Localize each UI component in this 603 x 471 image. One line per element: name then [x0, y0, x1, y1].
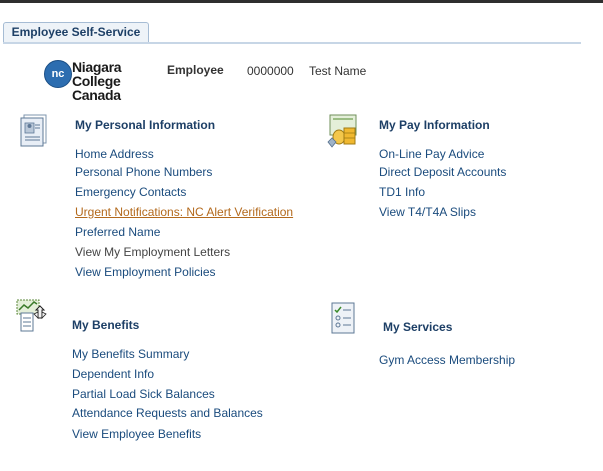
link-emergency-contacts[interactable]: Emergency Contacts	[75, 185, 186, 199]
niagara-college-logo: nc Niagara College Canada	[44, 58, 126, 104]
employee-label: Employee	[167, 63, 224, 77]
benefits-icon	[16, 299, 47, 332]
logo-line-3: Canada	[72, 87, 121, 103]
link-gym-access-membership[interactable]: Gym Access Membership	[379, 353, 515, 367]
employee-name: Test Name	[309, 64, 367, 78]
link-personal-phone-numbers[interactable]: Personal Phone Numbers	[75, 165, 212, 179]
personal-info-icon	[20, 114, 47, 147]
link-partial-load-sick-balances[interactable]: Partial Load Sick Balances	[72, 387, 215, 401]
window-top-border	[0, 0, 603, 3]
section-title-benefits: My Benefits	[72, 318, 140, 332]
section-title-pay: My Pay Information	[379, 118, 490, 132]
section-title-personal: My Personal Information	[75, 118, 216, 132]
link-home-address[interactable]: Home Address	[75, 147, 154, 161]
link-view-employment-letters[interactable]: View My Employment Letters	[75, 245, 230, 259]
link-dependent-info[interactable]: Dependent Info	[72, 367, 154, 381]
services-checklist-icon	[331, 302, 355, 334]
link-preferred-name[interactable]: Preferred Name	[75, 225, 160, 239]
tab-underline	[3, 42, 581, 44]
link-my-benefits-summary[interactable]: My Benefits Summary	[72, 347, 189, 361]
section-title-services: My Services	[383, 320, 453, 334]
pay-info-icon	[327, 114, 357, 148]
link-direct-deposit-accounts[interactable]: Direct Deposit Accounts	[379, 165, 506, 179]
link-online-pay-advice[interactable]: On-Line Pay Advice	[379, 147, 484, 161]
logo-line-1: Niagara	[72, 59, 122, 75]
link-attendance-requests[interactable]: Attendance Requests and Balances	[72, 406, 263, 420]
link-urgent-notifications[interactable]: Urgent Notifications: NC Alert Verificat…	[75, 205, 293, 219]
link-td1-info[interactable]: TD1 Info	[379, 185, 425, 199]
link-view-employee-benefits[interactable]: View Employee Benefits	[72, 427, 201, 441]
link-view-t4-slips[interactable]: View T4/T4A Slips	[379, 205, 476, 219]
employee-id: 0000000	[247, 64, 294, 78]
nc-badge-icon: nc	[44, 60, 72, 88]
link-view-employment-policies[interactable]: View Employment Policies	[75, 265, 216, 279]
logo-line-2: College	[72, 73, 121, 89]
tab-employee-self-service[interactable]: Employee Self-Service	[3, 22, 149, 42]
